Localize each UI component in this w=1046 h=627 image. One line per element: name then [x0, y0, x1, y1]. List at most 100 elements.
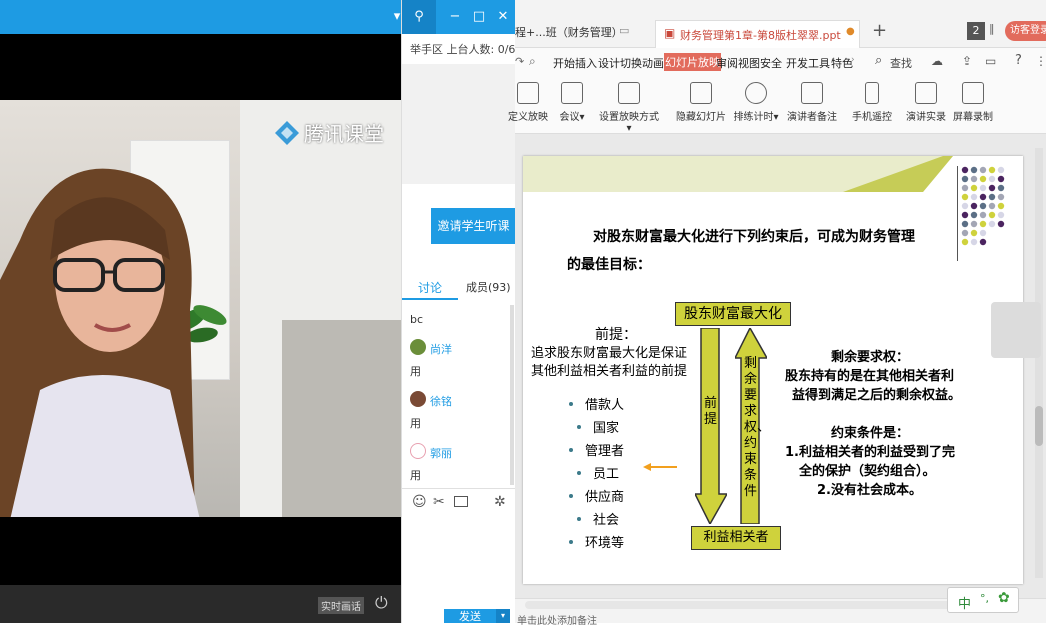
tab-discussion[interactable]: 讨论 [418, 279, 442, 296]
ribbon-meeting[interactable]: 会议▾ [542, 82, 602, 123]
chat-username[interactable]: 徐铭 [430, 393, 452, 409]
ribbon-hide-slide[interactable]: 隐藏幻灯片 [671, 82, 731, 123]
stakeholder-item: 员工 [593, 467, 620, 482]
punctuation-icon[interactable]: °, [980, 592, 989, 605]
video-panel: ▾ 腾讯课堂 实时画话 ⏻ [0, 0, 401, 623]
ribbon-label: 会议 [559, 112, 580, 123]
teacher-image [0, 168, 200, 517]
custom-show-icon [517, 82, 539, 104]
more-icon[interactable]: ⋮ [1035, 54, 1046, 68]
menu-slideshow[interactable]: 幻灯片放映 [664, 53, 721, 71]
menu-developer[interactable]: 开发工具 [786, 55, 830, 71]
menu-features[interactable]: 特色 [831, 55, 853, 71]
menu-home[interactable]: 开始 [553, 55, 575, 71]
ribbon-rehearse[interactable]: 排练计时▾ [726, 82, 786, 123]
menu-review[interactable]: 审阅 [716, 55, 738, 71]
ribbon-screen-record[interactable]: 屏幕录制 [943, 82, 1003, 123]
decoration-dot [997, 202, 1005, 210]
ribbon-phone-remote[interactable]: 手机遥控 [842, 82, 902, 123]
search-icon[interactable]: ⌕ [875, 53, 882, 68]
share-icon[interactable]: ⇪ [962, 54, 972, 68]
menu-view[interactable]: 视图 [738, 55, 760, 71]
decoration-dot [961, 175, 969, 183]
decoration-dot [988, 211, 996, 219]
guest-login-button[interactable]: 访客登录 [1005, 21, 1046, 41]
menu-design[interactable]: 设计 [598, 55, 620, 71]
send-button[interactable]: 发送 [444, 609, 496, 623]
vertical-scrollbar-thumb[interactable] [1035, 406, 1043, 446]
menu-transition[interactable]: 切换 [620, 55, 642, 71]
tab-course-icon: ▭ [619, 24, 630, 37]
shareholder-wealth-box: 股东财富最大化 [675, 302, 791, 326]
ribbon-speaker-notes[interactable]: 演讲者备注 [782, 82, 842, 123]
emoji-icon[interactable]: ☺ [412, 494, 427, 510]
chat-scrollbar[interactable] [510, 305, 514, 485]
search-label[interactable]: 查找 [890, 55, 912, 71]
chat-username[interactable]: 郭丽 [430, 445, 452, 461]
cloud-icon[interactable]: ☁ [931, 54, 943, 68]
slide-divider-line [957, 166, 958, 261]
ime-language-label[interactable]: 中 [958, 593, 971, 612]
ppt-ribbon: 定义放映 会议▾ 设置放映方式▾ 隐藏幻灯片 排练计时▾ 演讲者备注 手机遥控 … [508, 76, 1046, 134]
minimize-icon[interactable]: − [446, 8, 464, 26]
decoration-dot [979, 229, 987, 237]
menu-more-chevron-icon[interactable]: › [851, 55, 855, 65]
floating-panel-button[interactable] [991, 302, 1041, 358]
bullet-icon [569, 448, 573, 452]
avatar [410, 339, 426, 355]
preview-icon[interactable]: ⌕ [529, 54, 536, 69]
horizontal-scrollbar[interactable] [525, 601, 955, 609]
tab-indicator [402, 298, 458, 300]
chat-username[interactable]: 尚洋 [430, 341, 452, 357]
maximize-icon[interactable]: □ [470, 8, 488, 26]
bullet-icon [569, 540, 573, 544]
new-tab-plus-icon[interactable]: + [872, 20, 887, 41]
decoration-dot [970, 166, 978, 174]
pin-icon[interactable]: ⚲ [402, 0, 436, 34]
decoration-dot [970, 184, 978, 192]
tab-course[interactable]: 程+...班（财务管理） [515, 24, 623, 40]
tab-list-icon[interactable]: ‖ [989, 22, 995, 35]
tab-active-ppt[interactable]: ▣ 财务管理第1章-第8版杜翠翠.ppt ● [655, 20, 860, 48]
ime-toolbar[interactable]: 中 °, ✿ [947, 587, 1019, 613]
skin-icon[interactable]: ✿ [998, 590, 1010, 606]
menu-insert[interactable]: 插入 [575, 55, 597, 71]
tab-active-label: 财务管理第1章-第8版杜翠翠.ppt [680, 29, 841, 42]
invite-students-button[interactable]: 邀请学生听课 [431, 208, 516, 244]
decoration-dot [988, 184, 996, 192]
slide[interactable]: 对股东财富最大化进行下列约束后，可成为财务管理 的最佳目标： 股东财富最大化 利… [523, 156, 1023, 584]
help-icon[interactable]: ? [1015, 53, 1022, 68]
ribbon-setup-show[interactable]: 设置放映方式▾ [599, 82, 659, 134]
decoration-dot [979, 238, 987, 246]
decoration-dot [961, 166, 969, 174]
image-icon[interactable] [454, 496, 468, 507]
stakeholder-item: 社会 [593, 513, 620, 528]
premise-arrow-label: 前提 [704, 396, 718, 427]
scissors-icon[interactable]: ✂ [433, 494, 445, 510]
premise-title: 前提： [595, 327, 637, 343]
realtime-label[interactable]: 实时画话 [318, 597, 364, 614]
vertical-scrollbar[interactable] [1035, 148, 1043, 578]
notes-placeholder[interactable]: 单击此处添加备注 [517, 612, 597, 627]
stakeholder-item: 环境等 [585, 536, 625, 551]
close-icon[interactable]: ✕ [494, 8, 512, 26]
menu-security[interactable]: 安全 [760, 55, 782, 71]
ribbon-label: 手机遥控 [852, 112, 892, 123]
settings-gear-icon[interactable]: ✲ [494, 494, 506, 510]
ribbon-label: 设置放映方式 [599, 112, 659, 123]
decoration-dot [988, 202, 996, 210]
menu-animation[interactable]: 动画 [642, 55, 664, 71]
ribbon-label: 隐藏幻灯片 [676, 112, 726, 123]
constraint-item-1a: 1.利益相关者的利益受到了完 [785, 445, 955, 460]
comment-icon[interactable]: ▭ [985, 54, 996, 68]
decoration-dot [997, 211, 1005, 219]
tab-count-badge[interactable]: 2 [967, 22, 985, 40]
redo-icon[interactable]: ↷ [515, 55, 524, 68]
power-icon[interactable]: ⏻ [375, 593, 388, 613]
avatar [410, 443, 426, 459]
watermark: 腾讯课堂 [274, 118, 384, 147]
meeting-icon [561, 82, 583, 104]
send-options-chevron-icon[interactable]: ▾ [496, 609, 510, 623]
tab-members[interactable]: 成员(93) [466, 279, 511, 295]
decoration-dot [979, 166, 987, 174]
